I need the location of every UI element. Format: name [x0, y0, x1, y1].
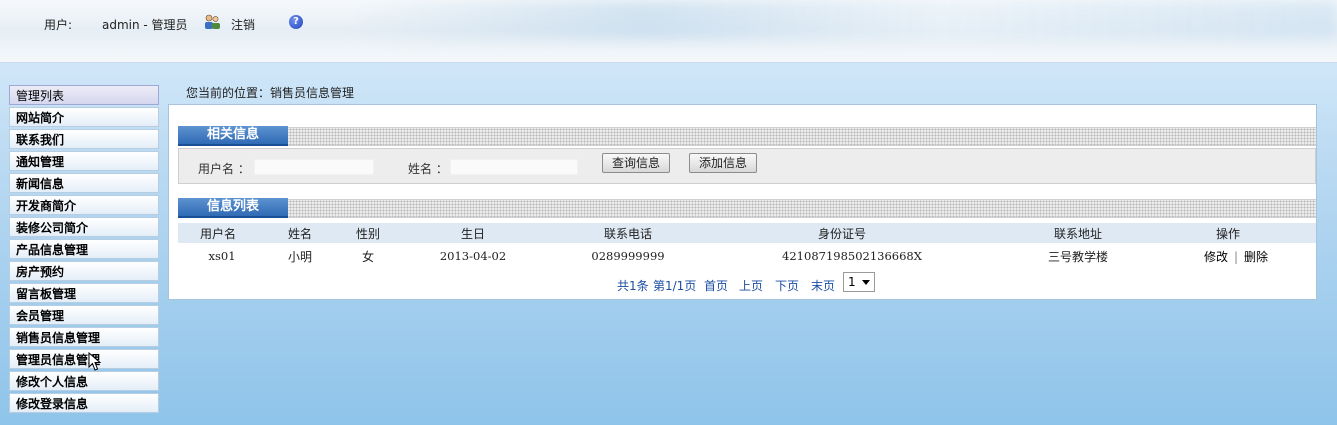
sidebar-item-decorators[interactable]: 装修公司简介	[9, 217, 159, 237]
search-form: 用户名 ： 姓名 ： 查询信息 添加信息	[178, 148, 1316, 184]
sidebar-item-messages[interactable]: 留言板管理	[9, 283, 159, 303]
sidebar-item-notices[interactable]: 通知管理	[9, 151, 159, 171]
search-section-title: 相关信息	[178, 126, 288, 146]
cell-gender: 女	[361, 250, 374, 264]
sidebar-item-products[interactable]: 产品信息管理	[9, 239, 159, 259]
chevron-down-icon	[862, 280, 870, 285]
name-input[interactable]	[450, 159, 578, 175]
sidebar-header: 管理列表	[9, 85, 159, 105]
cell-birthday: 2013-04-02	[439, 249, 507, 263]
action-separator: |	[1233, 250, 1239, 264]
pager-next-link[interactable]: 下页	[775, 277, 799, 294]
sidebar-item-members[interactable]: 会员管理	[9, 305, 159, 325]
user-label: 用户:	[44, 18, 73, 32]
sidebar-item-contact[interactable]: 联系我们	[9, 129, 159, 149]
breadcrumb: 您当前的位置：销售员信息管理	[186, 86, 355, 100]
sidebar-item-site-intro[interactable]: 网站简介	[9, 107, 159, 127]
sidebar-menu: 管理列表 网站简介 联系我们 通知管理 新闻信息 开发商简介 装修公司简介 产品…	[9, 85, 159, 415]
column-header-gender: 性别	[355, 227, 380, 241]
add-button[interactable]: 添加信息	[689, 153, 758, 173]
user-name: admin - 管理员	[102, 18, 188, 32]
page-select[interactable]: 1	[843, 272, 875, 292]
cell-actions: 修改 | 删除	[1188, 248, 1284, 265]
mouse-cursor-icon	[88, 352, 102, 371]
search-section-bar	[178, 127, 1316, 146]
list-section-bar	[178, 199, 1316, 218]
pager-page-info: 第1/1页	[653, 279, 697, 293]
username-input[interactable]	[254, 159, 374, 175]
column-header-actions: 操作	[1215, 227, 1240, 241]
column-header-address: 联系地址	[1053, 227, 1102, 241]
cell-phone: 0289999999	[591, 249, 665, 263]
sidebar-item-edit-profile[interactable]: 修改个人信息	[9, 371, 159, 391]
sidebar-item-reservations[interactable]: 房产预约	[9, 261, 159, 281]
main-panel: 相关信息 用户名 ： 姓名 ： 查询信息 添加信息 信息列表 用户名 姓名 性别…	[168, 104, 1317, 300]
help-icon[interactable]: ?	[289, 15, 303, 29]
pager-last-link[interactable]: 末页	[811, 277, 835, 294]
header-background	[350, 0, 1337, 40]
page-select-value: 1	[848, 275, 856, 289]
edit-link[interactable]: 修改	[1204, 250, 1228, 264]
username-label: 用户名 ：	[198, 162, 250, 176]
cell-id-number: 421087198502136668X	[782, 249, 922, 263]
column-header-birthday: 生日	[460, 227, 485, 241]
pager-total: 共1条	[617, 279, 649, 293]
column-header-phone: 联系电话	[603, 227, 652, 241]
column-header-name: 姓名	[287, 227, 312, 241]
logout-link[interactable]: 注销	[231, 16, 255, 33]
pager-prev-link[interactable]: 上页	[739, 277, 763, 294]
table-header: 用户名 姓名 性别 生日 联系电话 身份证号 联系地址 操作	[178, 223, 1316, 243]
query-button[interactable]: 查询信息	[602, 153, 671, 173]
table-row: xs01 小明 女 2013-04-02 0289999999 42108719…	[178, 245, 1316, 267]
pager-first-link[interactable]: 首页	[704, 277, 728, 294]
column-header-username: 用户名	[199, 227, 236, 241]
list-section-title: 信息列表	[178, 198, 288, 218]
sidebar-item-salespeople[interactable]: 销售员信息管理	[9, 327, 159, 347]
cell-username: xs01	[208, 249, 236, 263]
users-icon[interactable]	[203, 14, 221, 30]
column-header-id-number: 身份证号	[817, 227, 866, 241]
name-label: 姓名 ：	[408, 162, 448, 176]
top-header: 用户: admin - 管理员 注销 ?	[0, 0, 1337, 63]
sidebar-item-edit-login[interactable]: 修改登录信息	[9, 393, 159, 413]
sidebar-item-admins[interactable]: 管理员信息管理	[9, 349, 159, 369]
cell-address: 三号教学楼	[1047, 250, 1108, 264]
sidebar-item-developers[interactable]: 开发商简介	[9, 195, 159, 215]
sidebar-item-news[interactable]: 新闻信息	[9, 173, 159, 193]
delete-link[interactable]: 删除	[1244, 250, 1268, 264]
cell-name: 小明	[287, 250, 312, 264]
